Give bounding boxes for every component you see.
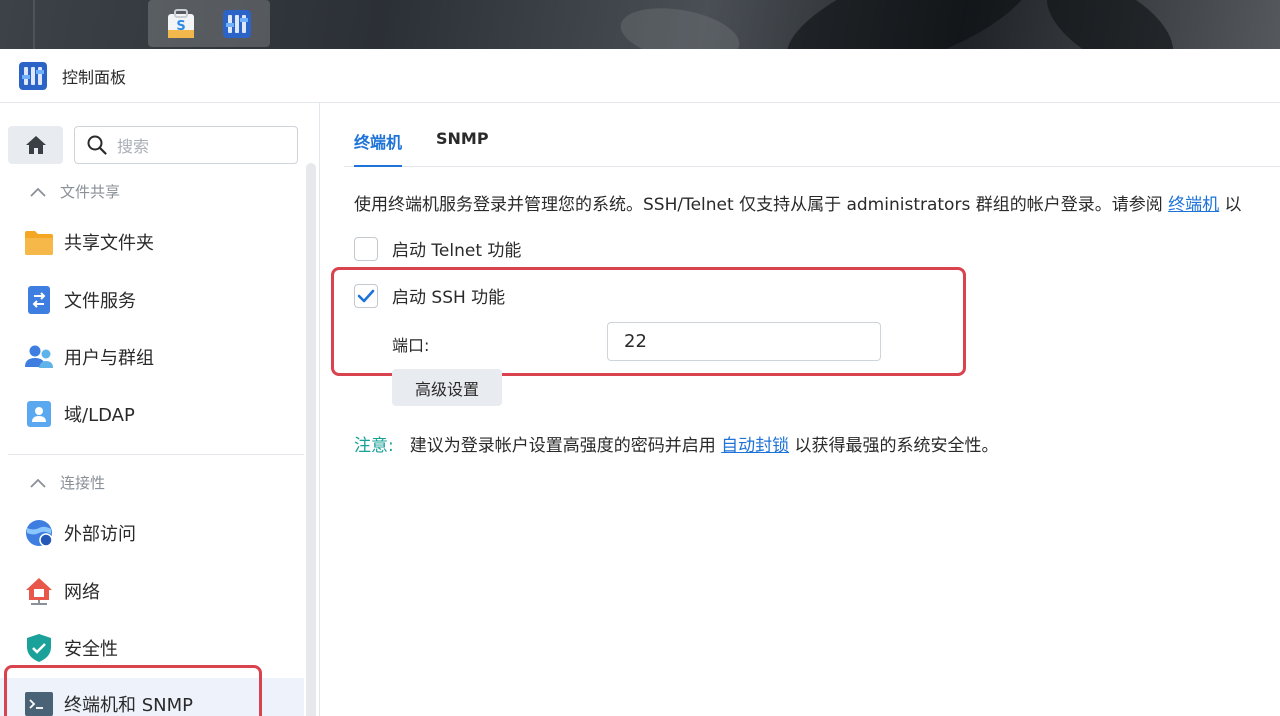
external-access-icon	[26, 520, 53, 547]
tab-terminal[interactable]: 终端机	[354, 129, 403, 167]
taskbar: S	[0, 0, 1280, 49]
svg-text:S: S	[176, 19, 185, 34]
description-text: 使用终端机服务登录并管理您的系统。SSH/Telnet 仅支持从属于 admin…	[354, 195, 1169, 215]
telnet-checkbox[interactable]	[354, 236, 378, 261]
tab-snmp[interactable]: SNMP	[436, 129, 489, 167]
sidebar-item-label: 共享文件夹	[64, 233, 154, 254]
network-icon	[26, 578, 52, 605]
sidebar-scrollbar[interactable]	[306, 163, 316, 716]
tab-bar: 终端机 SNMP	[344, 103, 1280, 167]
control-panel-icon	[19, 61, 47, 90]
main-panel: 终端机 SNMP 使用终端机服务登录并管理您的系统。SSH/Telnet 仅支持…	[320, 103, 1280, 716]
advanced-settings-button[interactable]: 高级设置	[392, 369, 502, 406]
file-services-icon	[28, 286, 50, 314]
sidebar-item-external-access[interactable]: 外部访问	[0, 507, 304, 559]
highlight-box	[4, 665, 262, 716]
note-text: 建议为登录帐户设置高强度的密码并启用	[409, 436, 722, 456]
search-placeholder: 搜索	[117, 137, 150, 156]
taskbar-separator	[33, 0, 35, 49]
sidebar-item-users-groups[interactable]: 用户与群组	[0, 331, 304, 383]
section-label: 连接性	[60, 474, 106, 492]
section-connectivity[interactable]: 连接性	[30, 472, 105, 493]
control-panel-taskbar-icon[interactable]	[222, 9, 252, 39]
terminal-help-link[interactable]: 终端机	[1168, 195, 1219, 215]
sidebar-item-label: 安全性	[64, 639, 118, 660]
description: 使用终端机服务登录并管理您的系统。SSH/Telnet 仅支持从属于 admin…	[354, 190, 1280, 215]
note-text-end: 以获得最强的系统安全性。	[789, 436, 999, 456]
sidebar-divider	[8, 454, 304, 455]
chevron-up-icon	[30, 478, 46, 488]
highlight-box	[331, 267, 966, 376]
sidebar: 搜索 文件共享 共享文件夹 文件服务 用户与群组 域/LDAP 连接性 外部访问…	[0, 103, 320, 716]
sidebar-item-file-services[interactable]: 文件服务	[0, 274, 304, 326]
shield-icon	[27, 634, 51, 662]
section-label: 文件共享	[60, 183, 121, 201]
sidebar-item-network[interactable]: 网络	[0, 565, 304, 617]
sidebar-item-shared-folder[interactable]: 共享文件夹	[0, 216, 304, 268]
auto-block-link[interactable]: 自动封锁	[721, 436, 789, 456]
section-file-sharing[interactable]: 文件共享	[30, 181, 120, 202]
home-button[interactable]	[8, 126, 63, 164]
wallpaper-shape	[616, 0, 744, 49]
chevron-up-icon	[30, 187, 46, 197]
package-center-icon[interactable]: S	[166, 8, 196, 40]
note-tag: 注意:	[354, 436, 394, 456]
security-note: 注意: 建议为登录帐户设置高强度的密码并启用 自动封锁 以获得最强的系统安全性。	[354, 431, 999, 456]
wallpaper-shape	[1031, 0, 1189, 49]
window-title-bar: 控制面板	[0, 49, 1280, 103]
sidebar-item-label: 用户与群组	[64, 348, 154, 369]
home-icon	[25, 136, 46, 154]
sidebar-item-label: 外部访问	[64, 524, 136, 545]
taskbar-apps: S	[148, 0, 270, 47]
sidebar-item-label: 域/LDAP	[64, 405, 135, 426]
window-title: 控制面板	[62, 67, 127, 87]
folder-icon	[25, 231, 53, 255]
wallpaper-shape	[772, 0, 1048, 49]
description-text-end: 以	[1219, 195, 1242, 215]
search-box[interactable]: 搜索	[74, 126, 298, 164]
telnet-option: 启动 Telnet 功能	[354, 236, 521, 261]
sidebar-item-domain-ldap[interactable]: 域/LDAP	[0, 388, 304, 440]
sidebar-item-label: 网络	[64, 582, 100, 603]
search-icon	[87, 135, 107, 155]
users-icon	[25, 345, 53, 368]
telnet-label: 启动 Telnet 功能	[392, 241, 522, 261]
sidebar-item-label: 文件服务	[64, 291, 136, 312]
domain-icon	[27, 401, 51, 427]
